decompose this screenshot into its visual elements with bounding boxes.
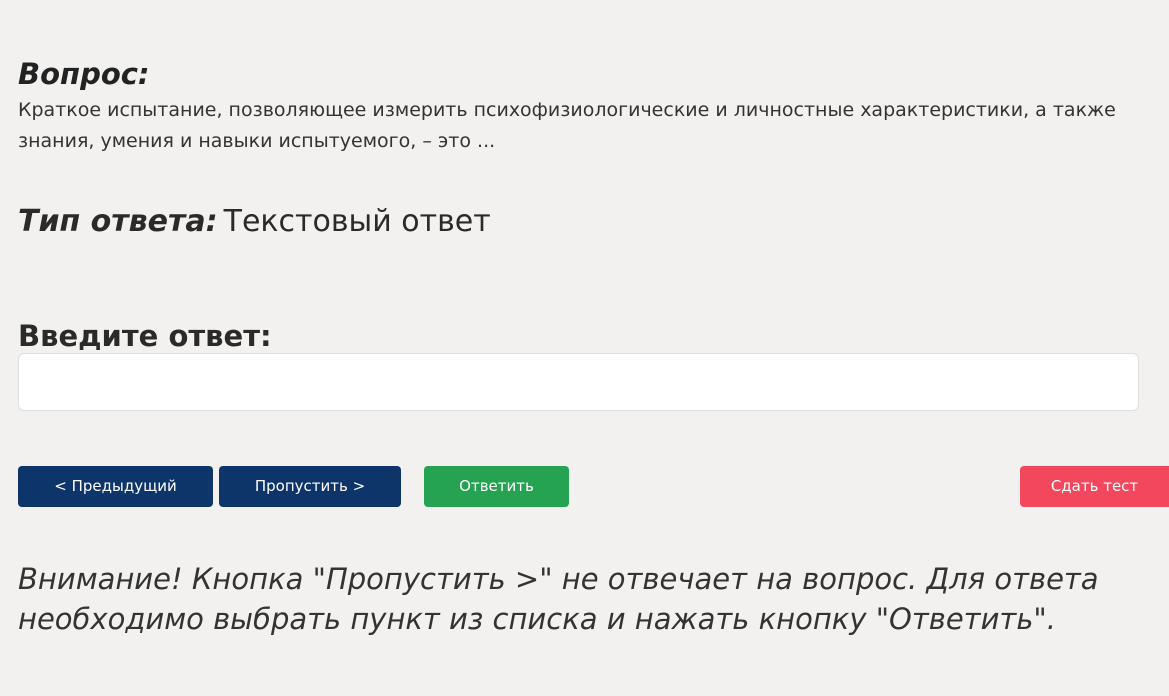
finish-test-button[interactable]: Сдать тест — [1020, 466, 1169, 507]
answer-input-label: Введите ответ: — [18, 319, 272, 353]
skip-button[interactable]: Пропустить > — [219, 466, 401, 507]
question-text: Краткое испытание, позволяющее измерить … — [18, 99, 1116, 152]
previous-button[interactable]: < Предыдущий — [18, 466, 213, 507]
answer-button[interactable]: Ответить — [424, 466, 569, 507]
answer-type-label: Тип ответа: — [18, 204, 218, 239]
question-heading: Вопрос: — [18, 57, 150, 91]
answer-type-value: Текстовый ответ — [223, 204, 491, 239]
notice-text: Внимание! Кнопка "Пропустить >" не отвеч… — [18, 562, 1099, 636]
answer-input[interactable] — [18, 353, 1139, 411]
answer-type: Тип ответа: Текстовый ответ — [18, 202, 491, 242]
